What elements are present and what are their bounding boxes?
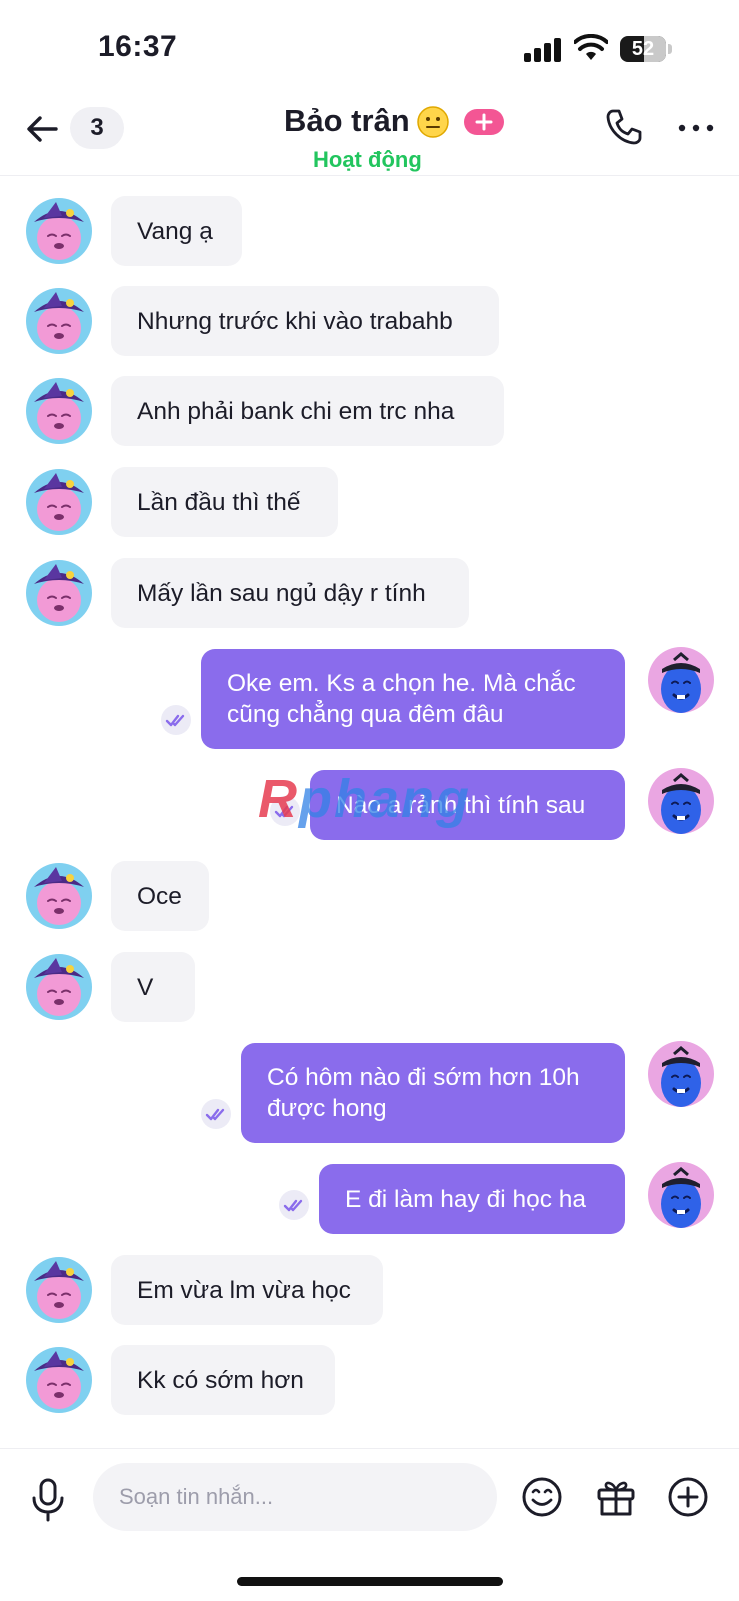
status-time: 16:37 xyxy=(98,30,178,63)
my-avatar[interactable] xyxy=(648,647,714,713)
double-check-icon xyxy=(161,705,191,735)
message-input[interactable] xyxy=(93,1463,497,1531)
add-circle-icon[interactable] xyxy=(666,1475,710,1519)
gift-icon[interactable] xyxy=(594,1475,638,1519)
plus-badge[interactable] xyxy=(464,109,504,135)
incoming-message[interactable]: Anh phải bank chi em trc nha xyxy=(111,376,504,446)
outgoing-message[interactable]: Oke em. Ks a chọn he. Mà chắc cũng chẳng… xyxy=(201,649,625,749)
contact-avatar[interactable] xyxy=(26,863,92,929)
incoming-message[interactable]: Mấy lần sau ngủ dậy r tính xyxy=(111,558,469,628)
more-icon[interactable] xyxy=(676,113,716,143)
incoming-message[interactable]: Lần đầu thì thế xyxy=(111,467,338,537)
incoming-message[interactable]: Oce xyxy=(111,861,209,931)
watermark-logo: Rphang xyxy=(258,769,471,829)
incoming-message[interactable]: V xyxy=(111,952,195,1022)
my-avatar[interactable] xyxy=(648,768,714,834)
contact-avatar[interactable] xyxy=(26,1257,92,1323)
wifi-icon xyxy=(574,34,608,60)
contact-avatar[interactable] xyxy=(26,560,92,626)
neutral-face-emoji-icon xyxy=(417,106,449,138)
unread-count-badge[interactable]: 3 xyxy=(70,107,124,149)
incoming-message[interactable]: Vang ạ xyxy=(111,196,242,266)
phone-icon[interactable] xyxy=(604,107,644,147)
incoming-message[interactable]: Kk có sớm hơn xyxy=(111,1345,335,1415)
active-status: Hoạt động xyxy=(313,147,422,172)
outgoing-message[interactable]: Có hôm nào đi sớm hơn 10h được hong xyxy=(241,1043,625,1143)
microphone-icon[interactable] xyxy=(28,1477,68,1523)
my-avatar[interactable] xyxy=(648,1162,714,1228)
chat-header: 3 Bảo trân Hoạt động xyxy=(0,95,739,176)
status-bar: 16:37 52 xyxy=(0,0,739,95)
smiley-icon[interactable] xyxy=(520,1475,564,1519)
contact-avatar[interactable] xyxy=(26,469,92,535)
my-avatar[interactable] xyxy=(648,1041,714,1107)
back-arrow-icon[interactable] xyxy=(22,109,62,149)
signal-icon xyxy=(524,38,564,62)
contact-name[interactable]: Bảo trân xyxy=(284,103,410,139)
incoming-message[interactable]: Nhưng trước khi vào trabahb xyxy=(111,286,499,356)
battery-level: 52 xyxy=(631,38,655,60)
contact-avatar[interactable] xyxy=(26,198,92,264)
double-check-icon xyxy=(279,1190,309,1220)
battery-icon: 52 xyxy=(620,36,666,62)
contact-avatar[interactable] xyxy=(26,378,92,444)
plus-icon xyxy=(475,113,493,131)
outgoing-message[interactable]: E đi làm hay đi học ha xyxy=(319,1164,625,1234)
contact-avatar[interactable] xyxy=(26,1347,92,1413)
contact-avatar[interactable] xyxy=(26,954,92,1020)
double-check-icon xyxy=(201,1099,231,1129)
home-indicator xyxy=(237,1577,503,1586)
incoming-message[interactable]: Em vừa lm vừa học xyxy=(111,1255,383,1325)
contact-avatar[interactable] xyxy=(26,288,92,354)
